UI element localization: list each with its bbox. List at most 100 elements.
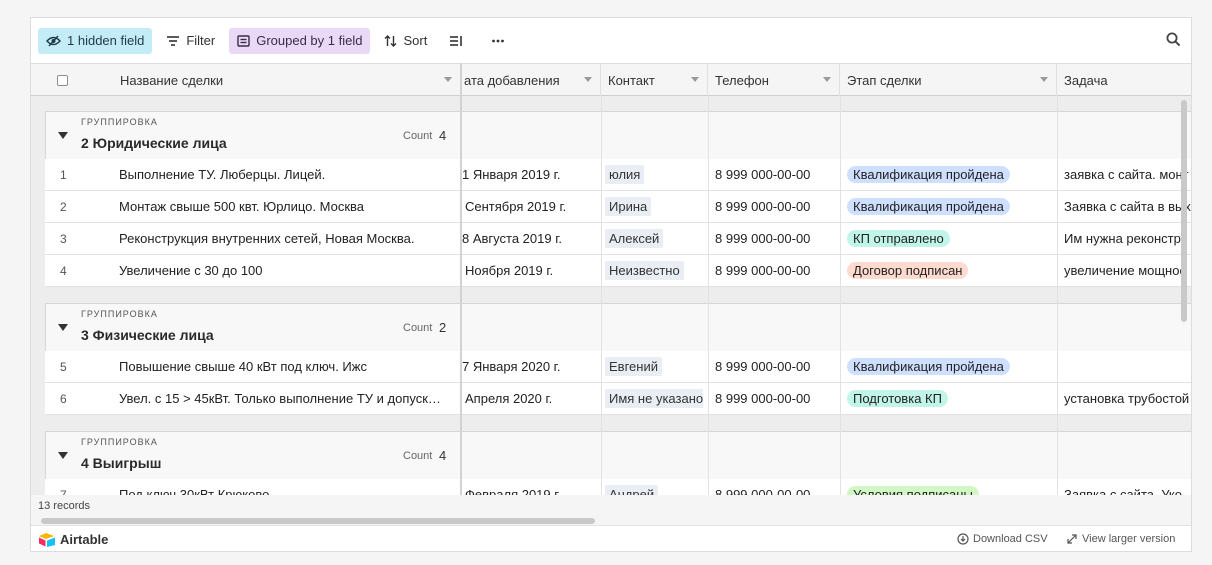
select-all-checkbox[interactable] (57, 74, 68, 86)
download-csv-link[interactable]: Download CSV (957, 533, 1048, 545)
phone[interactable]: 8 999 000-00-00 (715, 255, 810, 286)
date-added[interactable]: Апреля 2020 г. (465, 383, 552, 414)
search-button[interactable] (1166, 32, 1181, 52)
phone[interactable]: 8 999 000-00-00 (715, 223, 810, 254)
stage-pill[interactable]: Подготовка КП (847, 390, 948, 407)
filter-button[interactable]: Filter (158, 28, 223, 54)
deal-name[interactable]: Увел. с 15 > 45кВт. Только выполнение ТУ… (119, 383, 459, 414)
stage-pill[interactable]: Договор подписан (847, 262, 969, 279)
contact-chip[interactable]: Алексей (605, 229, 664, 248)
vertical-scrollbar[interactable] (1181, 100, 1187, 322)
count-label: Count (403, 322, 433, 334)
contact-chip[interactable]: Неизвестно (605, 261, 684, 280)
group-header[interactable]: ГРУППИРОВКА 2 Юридические лица Count 4 (45, 111, 1191, 159)
expand-icon (1067, 534, 1077, 544)
phone[interactable]: 8 999 000-00-00 (715, 383, 810, 414)
chevron-down-icon[interactable] (1040, 77, 1048, 82)
sort-label: Sort (403, 33, 428, 48)
count-label: Count (403, 130, 433, 142)
table-row[interactable]: 1 Выполнение ТУ. Люберцы. Лицей. 1 Январ… (45, 159, 1191, 191)
column-header-row: Название сделки ата добавления Контакт Т… (31, 63, 1191, 96)
table-row[interactable]: 5 Повышение свыше 40 кВт под ключ. Ижс 7… (45, 351, 1191, 383)
chevron-down-icon[interactable] (584, 77, 592, 82)
chevron-down-icon[interactable] (691, 77, 699, 82)
record-count: 13 records (38, 500, 90, 512)
frozen-column-divider (460, 63, 462, 525)
chevron-down-icon[interactable] (444, 77, 452, 82)
task[interactable] (1064, 351, 1191, 382)
column-date-label: ата добавления (464, 72, 560, 88)
stage-pill[interactable]: Квалификация пройдена (847, 358, 1010, 375)
task[interactable]: заявка с сайта. монт (1064, 159, 1191, 190)
row-number: 5 (60, 359, 67, 374)
row-height-button[interactable] (441, 28, 477, 54)
contact-chip[interactable]: Имя не указано (605, 389, 703, 408)
collapse-triangle-icon[interactable] (58, 452, 68, 459)
date-added[interactable]: Ноября 2019 г. (465, 255, 553, 286)
count-value: 4 (439, 448, 447, 463)
airtable-brand[interactable]: Airtable (38, 532, 108, 547)
date-added[interactable]: Февраля 2019 г. (465, 479, 561, 495)
contact-chip[interactable]: Ирина (605, 197, 652, 216)
task[interactable]: Заявка с сайта в вых (1064, 191, 1191, 222)
collapse-triangle-icon[interactable] (58, 324, 68, 331)
task[interactable]: Им нужна реконстру (1064, 223, 1191, 254)
horizontal-scrollbar[interactable] (41, 518, 595, 524)
sort-button[interactable]: Sort (376, 28, 435, 54)
task[interactable]: установка трубостой (1064, 383, 1191, 414)
row-number: 3 (60, 231, 67, 246)
column-header-stage[interactable]: Этап сделки (840, 64, 1057, 96)
phone[interactable]: 8 999 000-00-00 (715, 159, 810, 190)
more-options-button[interactable] (483, 28, 519, 54)
collapse-triangle-icon[interactable] (58, 132, 68, 139)
contact-chip[interactable]: Андрей (605, 485, 659, 495)
column-header-phone[interactable]: Телефон (708, 64, 840, 96)
column-header-date[interactable]: ата добавления (462, 64, 601, 96)
deal-name[interactable]: Повышение свыше 40 кВт под ключ. Ижс (119, 351, 367, 382)
deal-name[interactable]: Увеличение с 30 до 100 (119, 255, 263, 286)
deal-name[interactable]: Под ключ 30кВт Крюково (119, 479, 269, 495)
date-added[interactable]: 7 Января 2020 г. (462, 351, 560, 382)
stage-pill[interactable]: Квалификация пройдена (847, 198, 1010, 215)
column-divider (1057, 96, 1058, 495)
count-value: 2 (439, 320, 447, 335)
column-phone-label: Телефон (715, 72, 769, 88)
filter-label: Filter (186, 33, 216, 48)
phone[interactable]: 8 999 000-00-00 (715, 479, 810, 495)
stage-pill[interactable]: КП отправлено (847, 230, 950, 247)
stage-pill[interactable]: Условия подписаны (847, 486, 979, 495)
contact-chip[interactable]: юлия (605, 165, 645, 184)
group-button[interactable]: Grouped by 1 field (229, 27, 371, 54)
task[interactable]: увеличение мощнос (1064, 255, 1191, 286)
column-header-contact[interactable]: Контакт (601, 64, 708, 96)
deal-name[interactable]: Выполнение ТУ. Люберцы. Лицей. (119, 159, 325, 190)
date-added[interactable]: 1 Января 2019 г. (462, 159, 560, 190)
table-row[interactable]: 6 Увел. с 15 > 45кВт. Только выполнение … (45, 383, 1191, 415)
download-icon (957, 533, 969, 545)
deal-name[interactable]: Реконструкция внутренних сетей, Новая Мо… (119, 223, 414, 254)
phone[interactable]: 8 999 000-00-00 (715, 351, 810, 382)
grid-body: ГРУППИРОВКА 2 Юридические лица Count 4 1… (31, 96, 1191, 495)
table-row[interactable]: 2 Монтаж свыше 500 квт. Юрлицо. Москва С… (45, 191, 1191, 223)
select-all-cell[interactable] (31, 64, 101, 96)
column-header-name[interactable]: Название сделки (113, 64, 461, 96)
chevron-down-icon[interactable] (823, 77, 831, 82)
date-added[interactable]: Сентября 2019 г. (465, 191, 566, 222)
phone[interactable]: 8 999 000-00-00 (715, 191, 810, 222)
table-row[interactable]: 4 Увеличение с 30 до 100 Ноября 2019 г. … (45, 255, 1191, 287)
column-header-task[interactable]: Задача (1057, 64, 1191, 96)
view-larger-link[interactable]: View larger version (1066, 533, 1175, 545)
contact-chip[interactable]: Евгений (605, 357, 662, 376)
stage-pill[interactable]: Квалификация пройдена (847, 166, 1010, 183)
date-added[interactable]: 8 Августа 2019 г. (462, 223, 562, 254)
deal-name[interactable]: Монтаж свыше 500 квт. Юрлицо. Москва (119, 191, 364, 222)
hidden-fields-button[interactable]: 1 hidden field (38, 27, 153, 54)
embed-footer: Airtable Download CSV View larger versio… (31, 525, 1191, 551)
task[interactable]: Заявка с сайта. Уко (1064, 479, 1191, 495)
table-row[interactable]: 7 Под ключ 30кВт Крюково Февраля 2019 г.… (45, 479, 1191, 495)
group-header[interactable]: ГРУППИРОВКА 4 Выигрыш Count 4 (45, 431, 1191, 479)
column-name-label: Название сделки (120, 72, 224, 88)
group-header[interactable]: ГРУППИРОВКА 3 Физические лица Count 2 (45, 303, 1191, 351)
table-row[interactable]: 3 Реконструкция внутренних сетей, Новая … (45, 223, 1191, 255)
count-value: 4 (439, 128, 447, 143)
